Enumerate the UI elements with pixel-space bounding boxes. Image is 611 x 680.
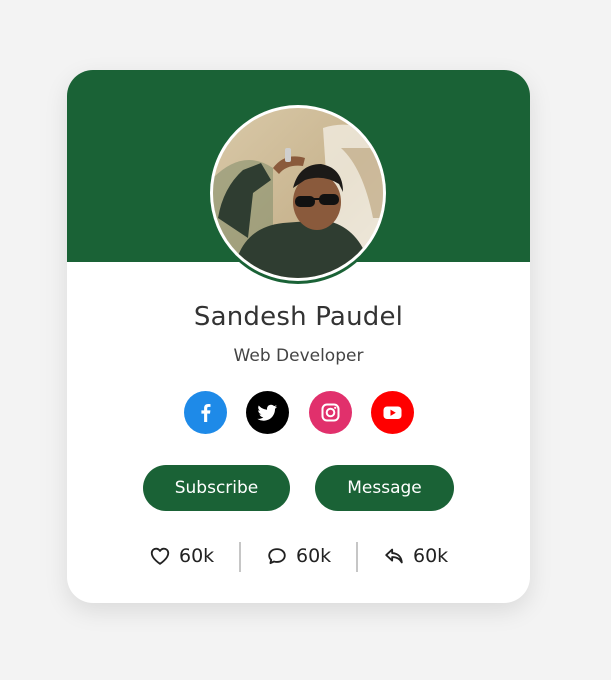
message-button[interactable]: Message	[315, 465, 454, 511]
heart-icon	[150, 547, 170, 565]
likes-count: 60k	[179, 545, 215, 567]
shares-stat[interactable]: 60k	[383, 540, 448, 572]
comment-icon	[268, 548, 286, 565]
twitter-link[interactable]	[246, 391, 289, 434]
youtube-link[interactable]	[371, 391, 414, 434]
facebook-link[interactable]	[184, 391, 227, 434]
subscribe-button[interactable]: Subscribe	[143, 465, 290, 511]
avatar-photo	[213, 108, 383, 278]
stats-row: 60k 60k 60k	[67, 540, 530, 572]
stat-divider	[356, 542, 358, 572]
profile-card: Sandesh Paudel Web Developer Subscribe M…	[67, 70, 530, 603]
social-links	[184, 391, 416, 435]
share-icon	[385, 548, 403, 564]
instagram-icon	[309, 391, 352, 434]
likes-stat[interactable]: 60k	[149, 540, 214, 572]
avatar	[210, 105, 386, 281]
twitter-icon	[246, 391, 289, 434]
shares-count: 60k	[413, 545, 449, 567]
youtube-icon	[371, 391, 414, 434]
profile-name: Sandesh Paudel	[193, 302, 404, 332]
stat-divider	[239, 542, 241, 572]
comments-stat[interactable]: 60k	[266, 540, 331, 572]
avatar-ring	[208, 104, 388, 284]
instagram-link[interactable]	[309, 391, 352, 434]
comments-count: 60k	[296, 545, 332, 567]
profile-role: Web Developer	[233, 346, 364, 366]
facebook-icon	[184, 391, 227, 434]
